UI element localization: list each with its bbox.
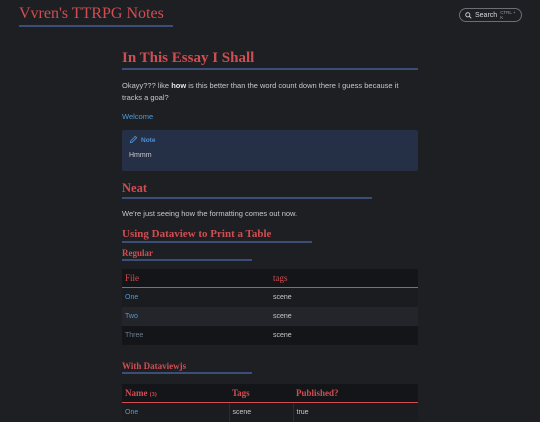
callout-title: Note: [129, 135, 411, 146]
table-row: One scene true: [122, 403, 418, 422]
heading-dataview: Using Dataview to Print a Table: [122, 228, 312, 243]
neat-paragraph: We're just seeing how the formatting com…: [122, 209, 418, 218]
regular-table: File tags One scene Two scene Three scen…: [122, 269, 418, 345]
tags-cell: scene: [270, 307, 418, 326]
search-icon: [465, 12, 472, 19]
column-header-file[interactable]: File: [122, 269, 270, 288]
heading-regular: Regular: [122, 248, 252, 261]
welcome-link[interactable]: Welcome: [122, 112, 418, 121]
name-link[interactable]: One: [122, 403, 229, 422]
table-row: One scene: [122, 288, 418, 308]
heading-dataviewjs: With Dataviewjs: [122, 361, 252, 374]
note-callout: Note Hmmm: [122, 130, 418, 171]
file-link[interactable]: One: [122, 288, 270, 308]
callout-title-text: Note: [141, 137, 155, 144]
table-row: Three scene: [122, 326, 418, 345]
intro-bold: how: [171, 81, 186, 90]
file-link[interactable]: Three: [122, 326, 270, 345]
search-button[interactable]: Search CTRL + K: [459, 8, 522, 22]
column-header-tags[interactable]: tags: [270, 269, 418, 288]
tags-cell: scene: [270, 326, 418, 345]
table-row: Two scene: [122, 307, 418, 326]
tags-cell: scene: [229, 403, 293, 422]
file-link[interactable]: Two: [122, 307, 270, 326]
published-cell: true: [293, 403, 418, 422]
callout-body: Hmmm: [129, 152, 411, 159]
intro-text-pre: Okayy??? like: [122, 81, 171, 90]
site-title[interactable]: Vvren's TTRPG Notes: [19, 5, 173, 27]
search-shortcut: CTRL + K: [500, 10, 516, 20]
search-label: Search: [475, 12, 497, 19]
intro-paragraph: Okayy??? like how is this better than th…: [122, 80, 418, 104]
column-header-name-text: Name: [125, 388, 148, 398]
pencil-icon: [129, 135, 138, 146]
page-title: In This Essay I Shall: [122, 50, 418, 70]
column-header-tags[interactable]: Tags: [229, 384, 293, 403]
column-header-published[interactable]: Published?: [293, 384, 418, 403]
heading-neat: Neat: [122, 181, 372, 199]
dataviewjs-table: Name (3) Tags Published? One scene true: [122, 384, 418, 422]
tags-cell: scene: [270, 288, 418, 308]
row-count: (3): [150, 392, 157, 398]
column-header-name[interactable]: Name (3): [122, 384, 229, 403]
main-content: In This Essay I Shall Okayy??? like how …: [122, 50, 418, 422]
